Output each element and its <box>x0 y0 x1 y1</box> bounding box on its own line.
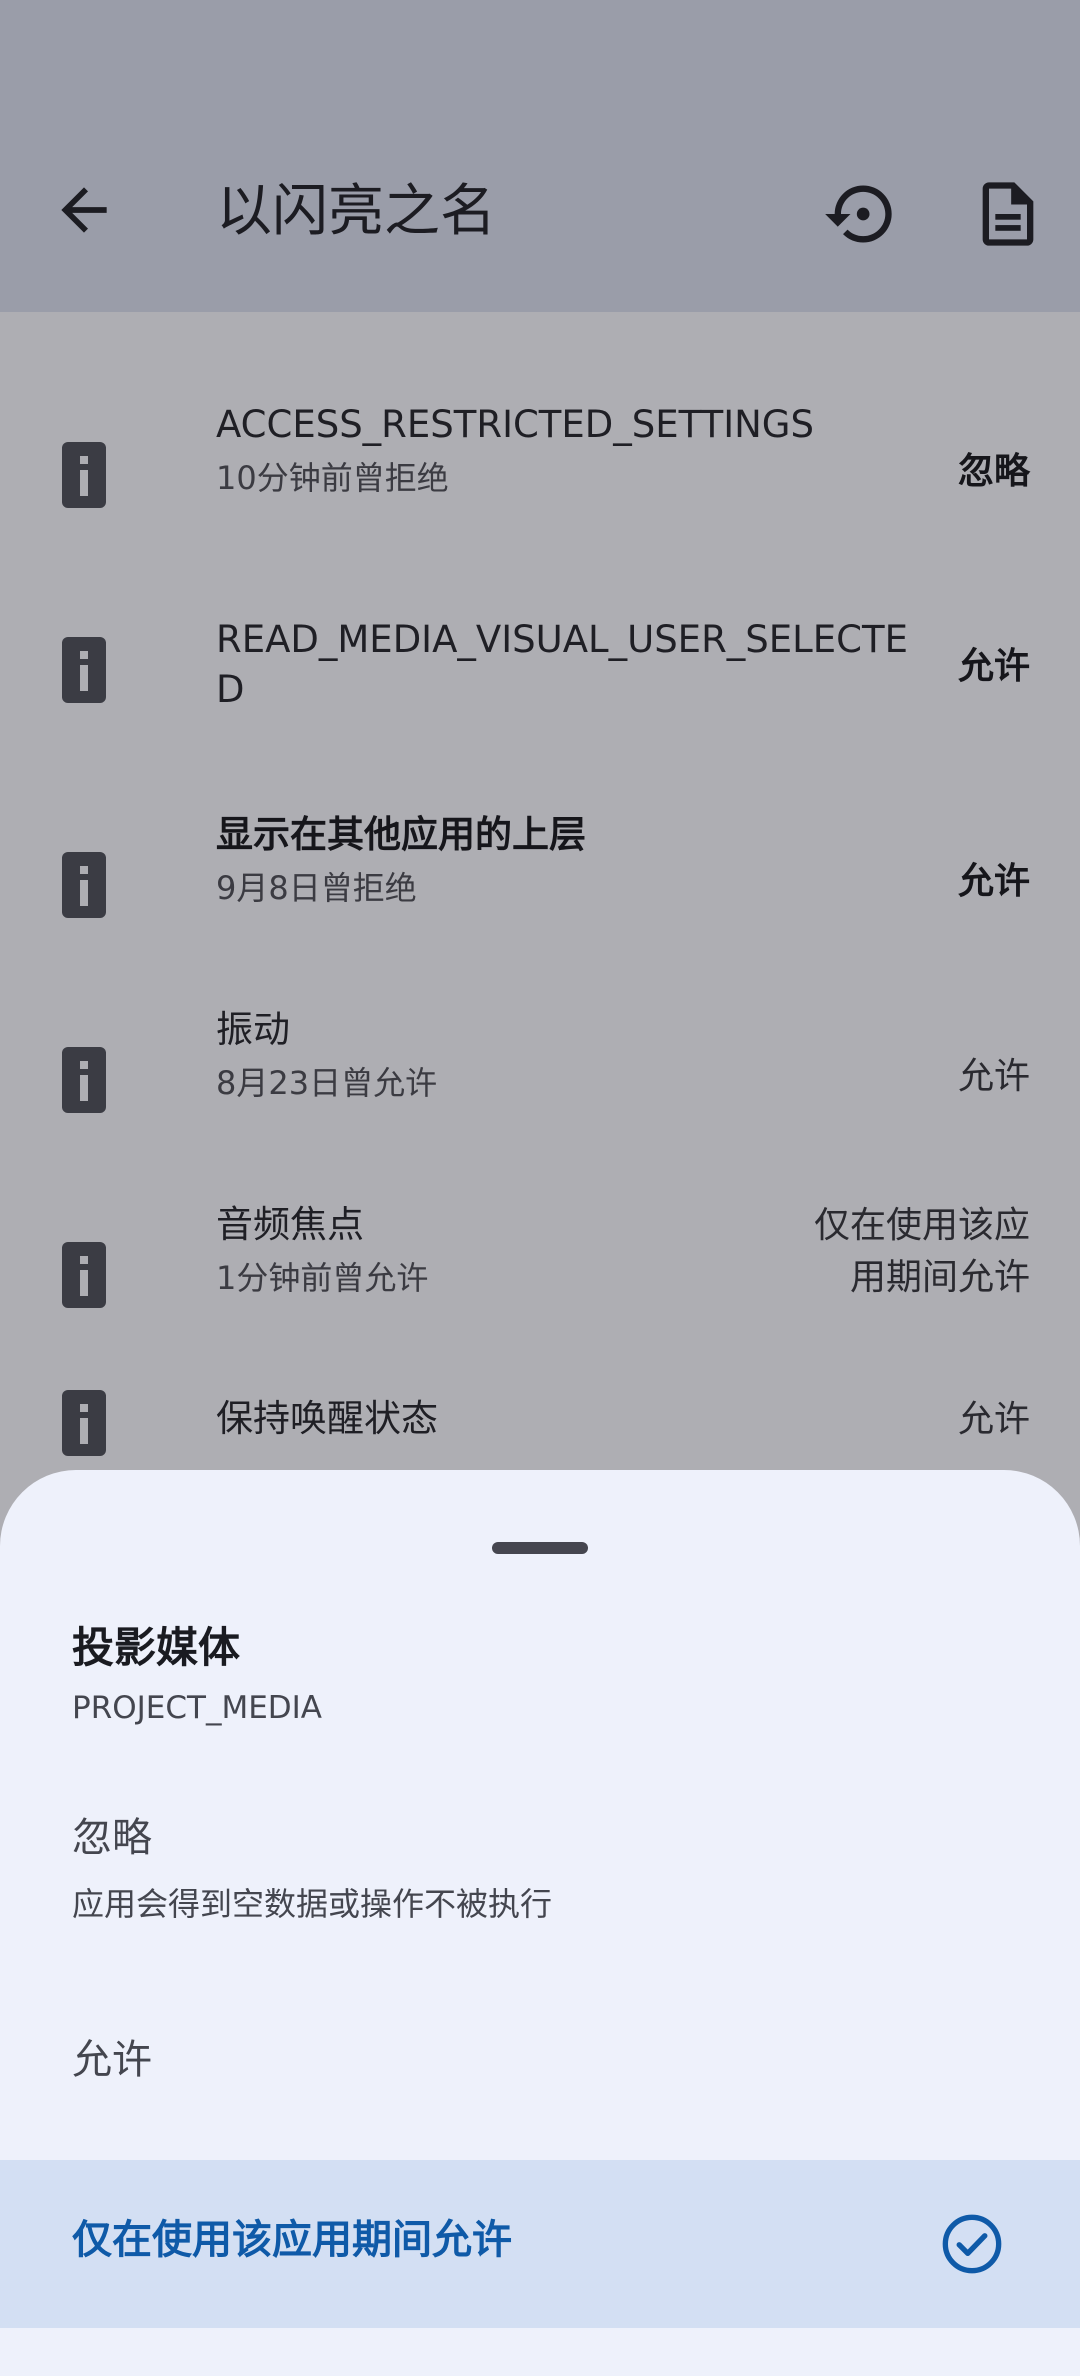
permission-mode: 允许 <box>957 861 1030 902</box>
history-icon[interactable] <box>822 176 898 252</box>
drag-handle[interactable] <box>492 1542 588 1554</box>
permission-mode: 允许 <box>957 1399 1030 1440</box>
option-label: 忽略 <box>72 1815 152 1861</box>
option-label: 允许 <box>72 2037 152 2083</box>
permission-subtitle: 8月23日曾允许 <box>216 1064 438 1102</box>
document-icon[interactable] <box>970 176 1046 252</box>
permission-subtitle: 9月8日曾拒绝 <box>216 869 417 907</box>
permission-mode: 允许 <box>957 646 1030 687</box>
page-title: 以闪亮之名 <box>216 179 496 244</box>
option-allow-while-in-use[interactable]: 仅在使用该应用期间允许 <box>0 2160 1080 2328</box>
check-circle-icon <box>942 2214 1002 2274</box>
permission-mode: 仅在使用该应 用期间允许 <box>813 1205 1030 1298</box>
option-description: 应用会得到空数据或操作不被执行 <box>72 1885 553 1923</box>
info-icon <box>62 1242 106 1308</box>
arrow-back-icon[interactable] <box>50 176 118 244</box>
permission-title: READ_MEDIA_VISUAL_USER_SELECTED <box>216 618 908 711</box>
info-icon <box>62 442 106 508</box>
list-item[interactable]: ACCESS_RESTRICTED_SETTINGS 10分钟前曾拒绝 忽略 <box>0 400 1080 560</box>
list-item[interactable]: 保持唤醒状态 允许 <box>0 1390 1080 1470</box>
permission-mode: 忽略 <box>957 451 1030 492</box>
info-icon <box>62 637 106 703</box>
info-icon <box>62 852 106 918</box>
sheet-title: 投影媒体 <box>72 1623 241 1672</box>
permission-subtitle: 10分钟前曾拒绝 <box>216 459 449 497</box>
permission-title: ACCESS_RESTRICTED_SETTINGS <box>216 403 814 446</box>
permission-title: 振动 <box>216 1008 290 1051</box>
list-item[interactable]: 显示在其他应用的上层 9月8日曾拒绝 允许 <box>0 810 1080 970</box>
permission-title: 音频焦点 <box>216 1203 364 1246</box>
info-icon <box>62 1047 106 1113</box>
permission-subtitle: 1分钟前曾允许 <box>216 1259 429 1297</box>
list-item[interactable]: READ_MEDIA_VISUAL_USER_SELECTED 允许 <box>0 615 1080 775</box>
permission-title: 显示在其他应用的上层 <box>216 813 586 856</box>
info-icon <box>62 1390 106 1456</box>
sheet-subtitle: PROJECT_MEDIA <box>72 1690 322 1726</box>
app-bar: 以闪亮之名 <box>0 0 1080 312</box>
bottom-sheet: 投影媒体 PROJECT_MEDIA 忽略 应用会得到空数据或操作不被执行 允许… <box>0 1470 1080 2376</box>
list-item[interactable]: 音频焦点 1分钟前曾允许 仅在使用该应 用期间允许 <box>0 1200 1080 1360</box>
list-item[interactable]: 振动 8月23日曾允许 允许 <box>0 1005 1080 1165</box>
permission-mode: 允许 <box>957 1056 1030 1097</box>
option-label: 仅在使用该应用期间允许 <box>72 2217 512 2263</box>
permission-list: 通知 允许 ACCESS_RESTRICTED_SETTINGS 10分钟前曾拒… <box>0 240 1080 1470</box>
permission-title: 保持唤醒状态 <box>216 1397 438 1440</box>
